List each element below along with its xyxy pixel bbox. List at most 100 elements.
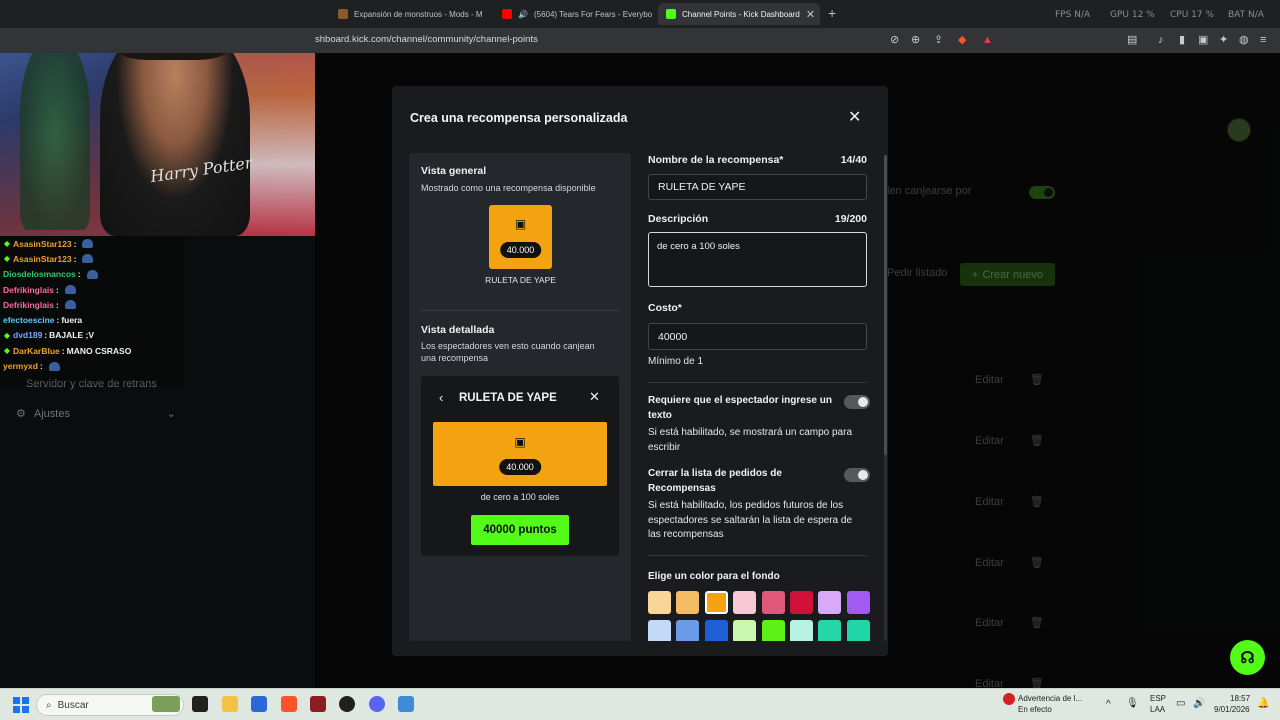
mute-icon[interactable]: ⊘	[890, 34, 899, 46]
app-icon[interactable]	[310, 696, 326, 712]
chat-separator: :	[77, 269, 81, 280]
file-explorer-icon[interactable]	[222, 696, 238, 712]
color-swatch[interactable]	[846, 620, 870, 641]
new-tab-button[interactable]: +	[828, 5, 836, 21]
divider	[648, 382, 867, 383]
network-icon[interactable]: ▭	[1176, 699, 1185, 709]
color-swatch[interactable]	[818, 620, 842, 641]
url-text[interactable]: shboard.kick.com/channel/community/chann…	[315, 34, 538, 45]
color-swatch-grid	[648, 591, 870, 641]
obs-icon[interactable]	[339, 696, 355, 712]
rewards-icon[interactable]: ▲	[982, 34, 993, 46]
detail-subtitle: Los espectadores ven esto cuando canjean…	[421, 341, 595, 363]
browser-tab[interactable]: 🔊 (5604) Tears For Fears - Everybod	[494, 3, 652, 25]
reward-name-input[interactable]: RULETA DE YAPE	[648, 174, 867, 200]
chat-username[interactable]: AsasinStar123	[13, 239, 72, 249]
menu-icon[interactable]: ≡	[1260, 34, 1266, 46]
color-swatch[interactable]	[676, 620, 700, 641]
search-highlight-icon	[152, 696, 180, 712]
tray-chevron-icon[interactable]: ^	[1106, 700, 1111, 710]
language-code[interactable]: ESP	[1150, 694, 1166, 704]
chat-username[interactable]: Defrikinglais	[3, 285, 54, 295]
color-swatch[interactable]	[818, 591, 842, 614]
cost-input[interactable]: 40000	[648, 323, 867, 350]
support-chat-icon[interactable]: ☊	[1230, 640, 1265, 675]
browser-tab[interactable]: Expansión de monstruos - Mods - M	[330, 3, 490, 25]
color-swatch[interactable]	[789, 591, 813, 614]
notepad-icon[interactable]	[398, 696, 414, 712]
chat-username[interactable]: efectoescine	[3, 315, 55, 325]
christmas-tree	[20, 40, 90, 230]
cost-pill: 40.000	[499, 242, 542, 258]
volume-icon[interactable]: 🔊	[1193, 699, 1205, 709]
chat-username[interactable]: Diosdelosmancos	[3, 269, 76, 279]
notifications-icon[interactable]: 🔔	[1257, 699, 1269, 709]
color-swatch[interactable]	[761, 591, 785, 614]
sidebar-icon[interactable]: ▮	[1179, 34, 1185, 46]
emote-icon	[82, 239, 94, 249]
color-swatch[interactable]	[846, 591, 870, 614]
close-queue-hint: Si está habilitado, los pedidos futuros …	[648, 500, 853, 540]
discord-icon[interactable]	[369, 696, 385, 712]
color-swatch[interactable]	[789, 620, 813, 641]
scrollbar-thumb[interactable]	[884, 155, 887, 455]
color-swatch[interactable]	[733, 620, 757, 641]
chat-message: Defrikinglais :	[0, 282, 185, 297]
emote-icon	[82, 254, 94, 264]
store-icon[interactable]	[251, 696, 267, 712]
wallet-icon[interactable]: ▣	[1198, 34, 1208, 46]
color-swatch[interactable]	[704, 591, 728, 614]
gear-icon: ⚙	[16, 408, 26, 420]
emote-icon	[48, 361, 60, 371]
windows-start-icon[interactable]	[13, 697, 29, 713]
close-tab-icon[interactable]: ✕	[806, 8, 815, 21]
chat-message: ◆ AsasinStar123 :	[0, 236, 185, 251]
chat-username[interactable]: Defrikinglais	[3, 300, 54, 310]
fps-stat: FPS N/A	[1055, 10, 1091, 20]
require-text-hint: Si está habilitado, se mostrará un campo…	[648, 427, 852, 453]
redeem-points-button: 40000 puntos	[471, 515, 569, 545]
close-queue-toggle[interactable]	[844, 468, 870, 482]
browser-tab-active[interactable]: Channel Points - Kick Dashboard ✕	[658, 3, 820, 25]
mods-favicon-icon	[338, 9, 348, 19]
chat-text: MANO CSRASO	[66, 345, 132, 356]
color-swatch[interactable]	[733, 591, 757, 614]
chat-separator: :	[39, 361, 43, 372]
close-icon[interactable]: ✕	[848, 110, 861, 126]
detail-card-preview: ‹ RULETA DE YAPE ✕ ▣ 40.000 de cero a 10…	[421, 376, 619, 556]
music-icon[interactable]: ♪	[1158, 34, 1164, 46]
create-reward-modal: Crea una recompensa personalizada ✕ Vist…	[392, 86, 888, 656]
chat-username[interactable]: dvd189	[13, 330, 42, 340]
clock-time[interactable]: 18:57	[1230, 694, 1250, 704]
microphone-icon[interactable]: 🎙	[1126, 699, 1139, 709]
color-swatch[interactable]	[648, 591, 671, 614]
task-view-icon[interactable]	[192, 696, 208, 712]
share-icon[interactable]: ⇪	[934, 34, 943, 46]
require-text-toggle[interactable]	[844, 395, 870, 409]
chat-separator: :	[73, 253, 77, 264]
ai-icon[interactable]: ✦	[1219, 34, 1228, 46]
reader-icon[interactable]: ▤	[1127, 34, 1137, 46]
speaker-icon: 🔊	[518, 9, 528, 19]
modal-scrollbar[interactable]	[884, 155, 887, 641]
subscriber-badge-icon: ◆	[3, 254, 11, 264]
brave-shield-icon[interactable]: ◆	[958, 34, 966, 46]
sidebar-item-ajustes[interactable]: ⚙ Ajustes ⌄	[16, 407, 176, 421]
chat-text: fuera	[61, 315, 83, 326]
chat-username[interactable]: yermyxd	[3, 361, 38, 371]
description-textarea[interactable]: de cero a 100 soles	[648, 232, 867, 287]
divider	[421, 310, 619, 311]
zoom-icon[interactable]: ⊕	[911, 34, 920, 46]
overview-subtitle: Mostrado como una recompensa disponible	[421, 183, 596, 193]
chat-username[interactable]: AsasinStar123	[13, 254, 72, 264]
brave-icon[interactable]	[281, 696, 297, 712]
color-swatch[interactable]	[648, 620, 671, 641]
vpn-icon[interactable]: ◍	[1239, 34, 1249, 46]
treasure-chest-icon: ▣	[514, 217, 527, 231]
color-swatch[interactable]	[676, 591, 700, 614]
color-swatch[interactable]	[704, 620, 728, 641]
chat-username[interactable]: DarKarBlue	[13, 346, 60, 356]
notification-title[interactable]: Advertencia de l...	[1018, 694, 1082, 704]
gpu-stat: GPU 12 %	[1110, 10, 1155, 20]
color-swatch[interactable]	[761, 620, 785, 641]
